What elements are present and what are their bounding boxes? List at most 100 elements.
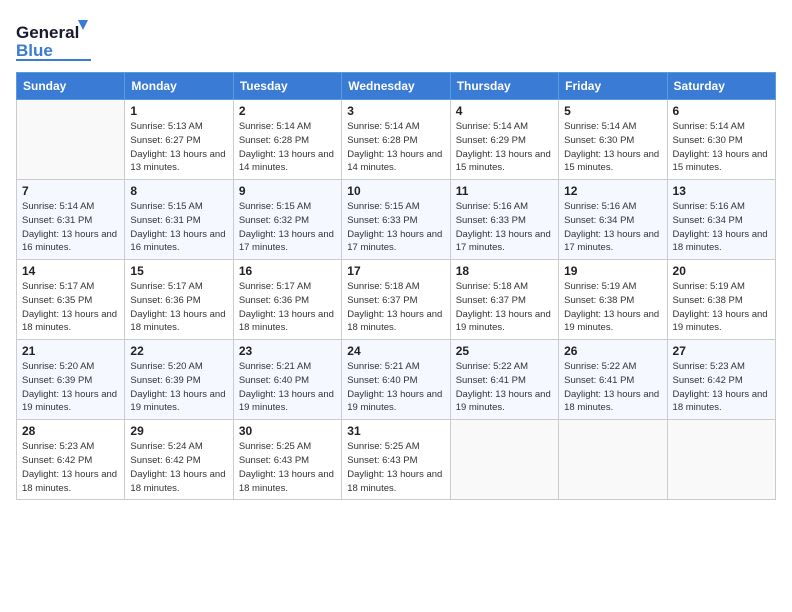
day-number: 12 (564, 184, 661, 198)
day-detail: Sunrise: 5:15 AMSunset: 6:31 PMDaylight:… (130, 200, 227, 255)
day-detail: Sunrise: 5:18 AMSunset: 6:37 PMDaylight:… (347, 280, 444, 335)
calendar-cell: 31 Sunrise: 5:25 AMSunset: 6:43 PMDayligh… (342, 420, 450, 500)
day-number: 17 (347, 264, 444, 278)
calendar-cell (17, 100, 125, 180)
day-number: 7 (22, 184, 119, 198)
day-number: 1 (130, 104, 227, 118)
day-number: 10 (347, 184, 444, 198)
logo-svg: General Blue (16, 16, 101, 64)
weekday-header-row: SundayMondayTuesdayWednesdayThursdayFrid… (17, 73, 776, 100)
weekday-header: Friday (559, 73, 667, 100)
day-number: 26 (564, 344, 661, 358)
calendar-cell: 16 Sunrise: 5:17 AMSunset: 6:36 PMDayligh… (233, 260, 341, 340)
day-detail: Sunrise: 5:14 AMSunset: 6:28 PMDaylight:… (239, 120, 336, 175)
day-detail: Sunrise: 5:14 AMSunset: 6:30 PMDaylight:… (673, 120, 770, 175)
calendar-row: 21 Sunrise: 5:20 AMSunset: 6:39 PMDayligh… (17, 340, 776, 420)
calendar-cell: 15Sunrise: 5:17 AMSunset: 6:36 PMDayligh… (125, 260, 233, 340)
calendar-cell: 22Sunrise: 5:20 AMSunset: 6:39 PMDayligh… (125, 340, 233, 420)
calendar-cell: 29 Sunrise: 5:24 AMSunset: 6:42 PMDayligh… (125, 420, 233, 500)
day-detail: Sunrise: 5:23 AMSunset: 6:42 PMDaylight:… (673, 360, 770, 415)
day-number: 8 (130, 184, 227, 198)
logo: General Blue (16, 16, 101, 64)
day-number: 20 (673, 264, 770, 278)
day-detail: Sunrise: 5:15 AMSunset: 6:33 PMDaylight:… (347, 200, 444, 255)
calendar-cell: 23 Sunrise: 5:21 AMSunset: 6:40 PMDayligh… (233, 340, 341, 420)
day-detail: Sunrise: 5:17 AMSunset: 6:36 PMDaylight:… (130, 280, 227, 335)
day-detail: Sunrise: 5:16 AMSunset: 6:34 PMDaylight:… (673, 200, 770, 255)
weekday-header: Sunday (17, 73, 125, 100)
calendar-cell: 13 Sunrise: 5:16 AMSunset: 6:34 PMDayligh… (667, 180, 775, 260)
calendar-cell: 8 Sunrise: 5:15 AMSunset: 6:31 PMDaylight… (125, 180, 233, 260)
calendar-cell: 28 Sunrise: 5:23 AMSunset: 6:42 PMDayligh… (17, 420, 125, 500)
day-detail: Sunrise: 5:23 AMSunset: 6:42 PMDaylight:… (22, 440, 119, 495)
day-detail: Sunrise: 5:21 AMSunset: 6:40 PMDaylight:… (239, 360, 336, 415)
weekday-header: Monday (125, 73, 233, 100)
day-detail: Sunrise: 5:16 AMSunset: 6:34 PMDaylight:… (564, 200, 661, 255)
calendar-cell: 17 Sunrise: 5:18 AMSunset: 6:37 PMDayligh… (342, 260, 450, 340)
weekday-header: Thursday (450, 73, 558, 100)
day-detail: Sunrise: 5:18 AMSunset: 6:37 PMDaylight:… (456, 280, 553, 335)
day-detail: Sunrise: 5:25 AMSunset: 6:43 PMDaylight:… (347, 440, 444, 495)
day-detail: Sunrise: 5:19 AMSunset: 6:38 PMDaylight:… (564, 280, 661, 335)
calendar-cell: 6 Sunrise: 5:14 AMSunset: 6:30 PMDaylight… (667, 100, 775, 180)
day-detail: Sunrise: 5:14 AMSunset: 6:31 PMDaylight:… (22, 200, 119, 255)
day-number: 23 (239, 344, 336, 358)
day-detail: Sunrise: 5:20 AMSunset: 6:39 PMDaylight:… (130, 360, 227, 415)
calendar-row: 14 Sunrise: 5:17 AMSunset: 6:35 PMDayligh… (17, 260, 776, 340)
day-number: 9 (239, 184, 336, 198)
day-number: 21 (22, 344, 119, 358)
day-number: 3 (347, 104, 444, 118)
calendar-table: SundayMondayTuesdayWednesdayThursdayFrid… (16, 72, 776, 500)
calendar-cell: 30Sunrise: 5:25 AMSunset: 6:43 PMDayligh… (233, 420, 341, 500)
day-number: 11 (456, 184, 553, 198)
day-detail: Sunrise: 5:14 AMSunset: 6:28 PMDaylight:… (347, 120, 444, 175)
calendar-cell (450, 420, 558, 500)
weekday-header: Wednesday (342, 73, 450, 100)
day-number: 18 (456, 264, 553, 278)
day-detail: Sunrise: 5:14 AMSunset: 6:30 PMDaylight:… (564, 120, 661, 175)
day-detail: Sunrise: 5:24 AMSunset: 6:42 PMDaylight:… (130, 440, 227, 495)
day-detail: Sunrise: 5:14 AMSunset: 6:29 PMDaylight:… (456, 120, 553, 175)
day-number: 13 (673, 184, 770, 198)
calendar-cell: 14 Sunrise: 5:17 AMSunset: 6:35 PMDayligh… (17, 260, 125, 340)
calendar-cell: 7 Sunrise: 5:14 AMSunset: 6:31 PMDaylight… (17, 180, 125, 260)
header: General Blue (16, 16, 776, 64)
day-detail: Sunrise: 5:13 AMSunset: 6:27 PMDaylight:… (130, 120, 227, 175)
day-number: 28 (22, 424, 119, 438)
calendar-cell: 20Sunrise: 5:19 AMSunset: 6:38 PMDayligh… (667, 260, 775, 340)
day-number: 14 (22, 264, 119, 278)
day-number: 31 (347, 424, 444, 438)
day-number: 6 (673, 104, 770, 118)
calendar-cell: 24Sunrise: 5:21 AMSunset: 6:40 PMDayligh… (342, 340, 450, 420)
day-detail: Sunrise: 5:20 AMSunset: 6:39 PMDaylight:… (22, 360, 119, 415)
calendar-cell: 21 Sunrise: 5:20 AMSunset: 6:39 PMDayligh… (17, 340, 125, 420)
day-number: 27 (673, 344, 770, 358)
calendar-row: 1 Sunrise: 5:13 AMSunset: 6:27 PMDaylight… (17, 100, 776, 180)
day-number: 29 (130, 424, 227, 438)
calendar-cell: 27 Sunrise: 5:23 AMSunset: 6:42 PMDayligh… (667, 340, 775, 420)
calendar-cell: 3 Sunrise: 5:14 AMSunset: 6:28 PMDaylight… (342, 100, 450, 180)
svg-text:General: General (16, 23, 79, 42)
calendar-cell: 11 Sunrise: 5:16 AMSunset: 6:33 PMDayligh… (450, 180, 558, 260)
calendar-cell: 5 Sunrise: 5:14 AMSunset: 6:30 PMDaylight… (559, 100, 667, 180)
weekday-header: Saturday (667, 73, 775, 100)
day-number: 5 (564, 104, 661, 118)
day-detail: Sunrise: 5:16 AMSunset: 6:33 PMDaylight:… (456, 200, 553, 255)
calendar-cell: 25Sunrise: 5:22 AMSunset: 6:41 PMDayligh… (450, 340, 558, 420)
day-detail: Sunrise: 5:15 AMSunset: 6:32 PMDaylight:… (239, 200, 336, 255)
day-number: 19 (564, 264, 661, 278)
day-number: 4 (456, 104, 553, 118)
calendar-cell: 19 Sunrise: 5:19 AMSunset: 6:38 PMDayligh… (559, 260, 667, 340)
day-detail: Sunrise: 5:17 AMSunset: 6:36 PMDaylight:… (239, 280, 336, 335)
day-number: 25 (456, 344, 553, 358)
calendar-row: 7 Sunrise: 5:14 AMSunset: 6:31 PMDaylight… (17, 180, 776, 260)
day-number: 16 (239, 264, 336, 278)
svg-text:Blue: Blue (16, 41, 53, 60)
calendar-cell: 12 Sunrise: 5:16 AMSunset: 6:34 PMDayligh… (559, 180, 667, 260)
calendar-row: 28 Sunrise: 5:23 AMSunset: 6:42 PMDayligh… (17, 420, 776, 500)
calendar-cell: 18 Sunrise: 5:18 AMSunset: 6:37 PMDayligh… (450, 260, 558, 340)
weekday-header: Tuesday (233, 73, 341, 100)
day-detail: Sunrise: 5:21 AMSunset: 6:40 PMDaylight:… (347, 360, 444, 415)
page: General Blue SundayMondayTuesdayWednesda… (0, 0, 792, 612)
day-detail: Sunrise: 5:17 AMSunset: 6:35 PMDaylight:… (22, 280, 119, 335)
